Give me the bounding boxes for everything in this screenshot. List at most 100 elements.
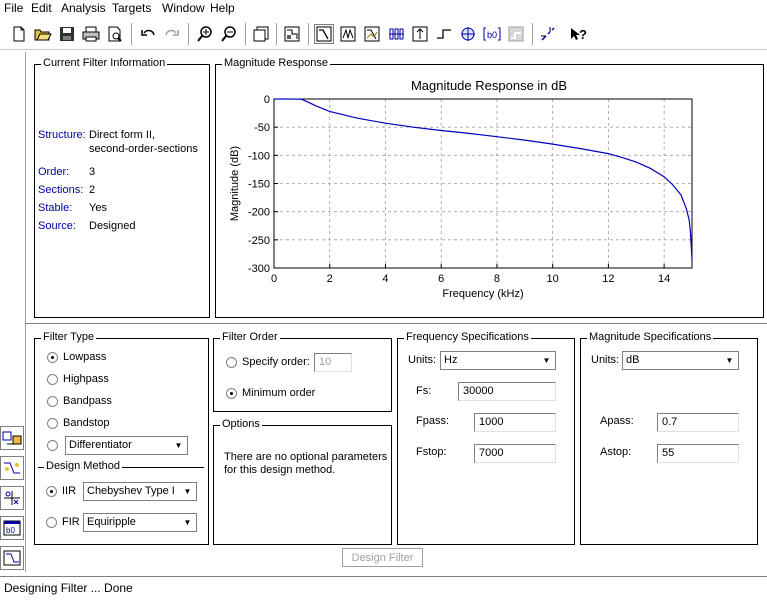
bandstop-radio[interactable] <box>47 418 58 429</box>
filter-specs-icon[interactable] <box>282 24 302 44</box>
full-view-icon[interactable] <box>251 24 271 44</box>
realize-model-icon[interactable] <box>0 456 24 480</box>
astop-input[interactable]: 55 <box>657 444 739 463</box>
mag-units-value: dB <box>626 354 640 366</box>
print-preview-icon[interactable] <box>105 24 125 44</box>
menu-bar: File Edit Analysis Targets Window Help <box>0 0 767 17</box>
x-tick-label: 6 <box>438 273 444 285</box>
filter-coefficients-icon[interactable]: b0 <box>482 24 502 44</box>
pole-zero-editor-icon[interactable] <box>0 486 24 510</box>
bandstop-label[interactable]: Bandstop <box>63 417 109 429</box>
mag-units-label: Units: <box>591 354 620 366</box>
freq-units-label: Units: <box>408 354 437 366</box>
x-tick-label: 10 <box>547 273 559 285</box>
highpass-label[interactable]: Highpass <box>63 373 109 385</box>
panel-divider <box>26 323 767 324</box>
fir-method-select[interactable]: Equiripple ▼ <box>83 513 197 532</box>
iir-label[interactable]: IIR <box>62 485 76 497</box>
open-folder-icon[interactable] <box>33 24 53 44</box>
fstop-label: Fstop: <box>416 446 447 458</box>
other-type-radio[interactable] <box>47 440 58 451</box>
status-bar: Designing Filter ... Done <box>0 576 767 600</box>
freq-units-value: Hz <box>444 354 458 366</box>
undo-icon[interactable] <box>138 24 158 44</box>
chevron-down-icon[interactable]: ▼ <box>180 484 195 499</box>
impulse-response-icon[interactable] <box>410 24 430 44</box>
import-filter-icon[interactable]: b0 <box>0 516 24 540</box>
redo-icon[interactable] <box>162 24 182 44</box>
whats-this-icon[interactable]: ? <box>568 24 588 44</box>
minimum-order-label[interactable]: Minimum order <box>242 387 315 399</box>
specify-order-label[interactable]: Specify order: <box>242 356 310 368</box>
y-tick-label: -200 <box>248 207 270 219</box>
iir-method-value: Chebyshev Type I <box>87 485 175 497</box>
y-tick-label: -300 <box>248 263 270 275</box>
menu-targets[interactable]: Targets <box>112 1 151 15</box>
fir-label[interactable]: FIR <box>62 516 80 528</box>
legend-icon[interactable] <box>538 24 558 44</box>
y-tick-label: -150 <box>248 179 270 191</box>
other-type-select[interactable]: Differentiator ▼ <box>65 436 188 455</box>
y-tick-label: -100 <box>248 150 270 162</box>
options-text-line1: There are no optional parameters <box>224 451 388 463</box>
group-delay-icon[interactable] <box>386 24 406 44</box>
fstop-input[interactable]: 7000 <box>474 444 556 463</box>
menu-analysis[interactable]: Analysis <box>61 1 106 15</box>
print-icon[interactable] <box>81 24 101 44</box>
mag-units-select[interactable]: dB ▼ <box>622 351 739 370</box>
bandpass-label[interactable]: Bandpass <box>63 395 112 407</box>
magnitude-phase-icon[interactable] <box>362 24 382 44</box>
zoom-out-icon[interactable] <box>219 24 239 44</box>
iir-method-select[interactable]: Chebyshev Type I ▼ <box>83 482 197 501</box>
filter-order-title: Filter Order <box>220 331 280 343</box>
filter-info-icon[interactable] <box>506 24 526 44</box>
frequency-specs-panel: Frequency Specifications Units: Hz ▼ Fs:… <box>397 331 575 545</box>
filter-order-panel: Filter Order Specify order: 10 Minimum o… <box>213 331 392 412</box>
svg-text:b0: b0 <box>6 526 15 535</box>
lowpass-label[interactable]: Lowpass <box>63 351 106 363</box>
fs-input[interactable]: 30000 <box>458 382 556 401</box>
chevron-down-icon[interactable]: ▼ <box>171 438 186 453</box>
fs-label: Fs: <box>416 385 432 397</box>
minimum-order-radio[interactable] <box>226 388 237 399</box>
x-tick-label: 2 <box>327 273 333 285</box>
phase-response-icon[interactable] <box>338 24 358 44</box>
bandpass-radio[interactable] <box>47 396 58 407</box>
chevron-down-icon[interactable]: ▼ <box>722 353 737 368</box>
magnitude-specs-title: Magnitude Specifications <box>587 331 714 343</box>
stable-value: Yes <box>89 202 107 214</box>
x-tick-label: 12 <box>602 273 614 285</box>
transform-filter-icon[interactable] <box>0 426 24 450</box>
apass-label: Apass: <box>600 415 634 427</box>
chevron-down-icon[interactable]: ▼ <box>539 353 554 368</box>
highpass-radio[interactable] <box>47 374 58 385</box>
menu-edit[interactable]: Edit <box>31 1 52 15</box>
fir-method-value: Equiripple <box>87 516 136 528</box>
apass-input[interactable]: 0.7 <box>657 413 739 432</box>
specify-order-input[interactable]: 10 <box>314 353 352 372</box>
new-file-icon[interactable] <box>9 24 29 44</box>
pole-zero-icon[interactable] <box>458 24 478 44</box>
save-icon[interactable] <box>57 24 77 44</box>
iir-radio[interactable] <box>46 486 57 497</box>
source-value: Designed <box>89 220 136 232</box>
menu-window[interactable]: Window <box>162 1 205 15</box>
chevron-down-icon[interactable]: ▼ <box>180 515 195 530</box>
fir-radio[interactable] <box>46 517 57 528</box>
x-tick-label: 4 <box>382 273 388 285</box>
lowpass-radio[interactable] <box>47 352 58 363</box>
design-filter-button[interactable]: Design Filter <box>342 548 423 567</box>
magnitude-response-icon[interactable] <box>314 24 334 44</box>
zoom-in-icon[interactable] <box>195 24 215 44</box>
specify-order-radio[interactable] <box>226 357 237 368</box>
magnitude-specs-panel: Magnitude Specifications Units: dB ▼ Apa… <box>580 331 758 545</box>
order-value: 3 <box>89 166 96 178</box>
options-title: Options <box>220 418 262 430</box>
magnitude-response-chart[interactable]: 0 2 4 6 8 10 12 14 0 -50 -100 -150 -200 -250 -300 Magni… <box>216 72 763 317</box>
freq-units-select[interactable]: Hz ▼ <box>440 351 556 370</box>
fpass-input[interactable]: 1000 <box>474 413 556 432</box>
step-response-icon[interactable] <box>434 24 454 44</box>
menu-help[interactable]: Help <box>210 1 235 15</box>
menu-file[interactable]: File <box>4 1 23 15</box>
design-filter-icon[interactable] <box>0 546 24 570</box>
